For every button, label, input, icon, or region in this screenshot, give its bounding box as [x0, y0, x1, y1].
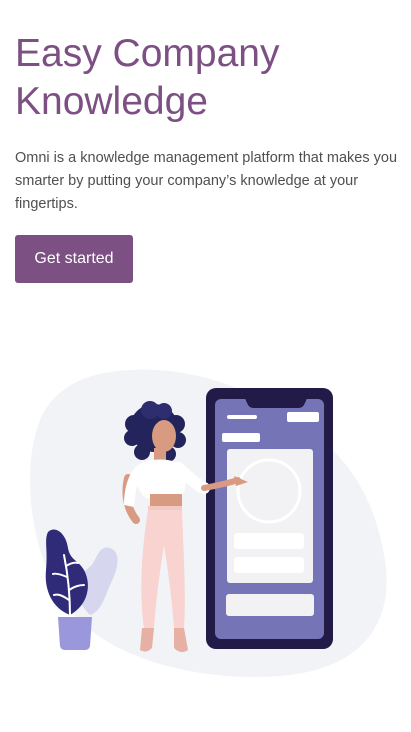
woman-phone-illustration	[30, 369, 387, 677]
page-title: Easy Company Knowledge	[15, 32, 280, 123]
hero-description: Omni is a knowledge management platform …	[15, 150, 398, 212]
phone-graphic	[206, 388, 333, 649]
get-started-button[interactable]: Get started	[15, 235, 133, 283]
landing-page: Easy Company Knowledge Omni is a knowled…	[0, 0, 411, 732]
